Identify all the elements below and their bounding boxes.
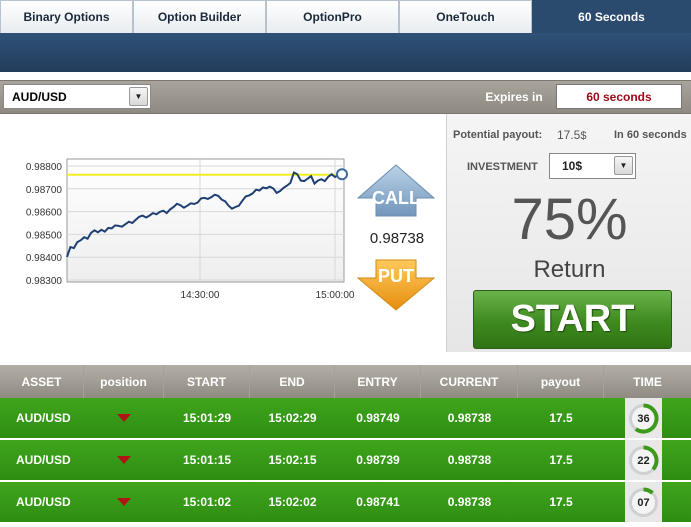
call-button[interactable]: CALL [356,164,436,217]
plot-area [66,158,345,283]
expires-label: Expires in [485,89,543,104]
cell-payout: 17.5 [549,495,573,509]
trade-panel: Potential payout: 17.5$ In 60 seconds IN… [446,114,691,352]
tab-option-builder[interactable]: Option Builder [133,0,266,33]
y-tick-label: 0.98800 [26,162,63,173]
column-entry: ENTRY [335,365,421,398]
timer-cell: 36 [625,398,662,438]
x-tick-label: 15:00:00 [316,290,355,301]
expires-value: 60 seconds [556,84,682,109]
column-asset: ASSET [0,365,84,398]
cell-current: 0.98738 [447,453,492,467]
chevron-down-icon[interactable]: ▼ [614,156,633,175]
investment-label: INVESTMENT [467,161,538,173]
countdown-seconds: 22 [637,454,650,467]
cell-end: 15:02:15 [268,453,317,467]
current-price-marker [336,168,348,181]
current-price: 0.98738 [369,230,425,247]
payout-amount: 17.5 [557,128,581,142]
y-tick-label: 0.98300 [26,276,63,287]
x-tick-label: 14:30:00 [181,290,220,301]
tab-optionpro[interactable]: OptionPro [266,0,399,33]
y-tick-label: 0.98500 [26,230,63,241]
y-tick-label: 0.98400 [26,253,63,264]
put-direction-icon [117,414,131,422]
investment-select[interactable]: 10$ ▼ [549,153,636,179]
cell-start: 15:01:02 [182,495,232,509]
return-label: Return [533,256,606,283]
tab-binary-options[interactable]: Binary Options [0,0,133,33]
cell-current: 0.98738 [447,411,492,425]
cell-entry: 0.98739 [356,453,400,467]
cell-asset: AUD/USD [16,411,71,425]
payout-value: 17.5$ [557,128,586,142]
asset-select[interactable]: AUD/USD ▼ [3,84,151,109]
cell-start: 15:01:15 [182,453,232,467]
cell-position [84,398,164,438]
cell-entry: 0.98741 [356,495,400,509]
tab-onetouch[interactable]: OneTouch [399,0,532,33]
timer-cell: 07 [625,482,662,522]
put-button[interactable]: PUT [356,259,436,311]
cell-position [84,440,164,480]
y-axis-ticks: 0.98800 0.98700 0.98600 0.98500 0.98400 0.983… [26,162,63,287]
column-position: position [84,365,164,398]
cell-entry: 0.98749 [356,411,400,425]
countdown-seconds: 07 [637,496,650,509]
column-end: END [250,365,335,398]
start-button[interactable]: START [473,290,672,349]
put-label: PUT [378,266,414,286]
return-percent: 75% [511,187,628,252]
tab-60-seconds[interactable]: 60 Seconds [532,0,691,33]
column-current: CURRENT [421,365,518,398]
table-row[interactable]: AUD/USD 15:01:29 15:02:29 0.98749 0.98738 17.… [0,398,691,438]
timer-cell: 22 [625,440,662,480]
tab-bar-strip [0,32,691,72]
payout-time: In 60 seconds [614,129,687,141]
x-axis-ticks: 14:30:00 15:00:00 [181,290,355,301]
y-tick-label: 0.98700 [26,185,63,196]
column-start: START [164,365,250,398]
cell-position [84,482,164,522]
investment-value: 10$ [562,159,583,173]
cell-current: 0.98738 [447,495,492,509]
column-time: TIME [633,374,662,389]
cell-payout: 17.5 [549,411,573,425]
cell-payout: 17.5 [549,453,573,467]
cell-start: 15:01:29 [182,411,232,425]
cell-end: 15:02:29 [268,411,317,425]
cell-asset: AUD/USD [16,495,71,509]
cell-asset: AUD/USD [16,453,71,467]
countdown-seconds: 36 [637,412,650,425]
put-direction-icon [117,498,131,506]
column-payout: payout [518,365,604,398]
cell-end: 15:02:02 [268,495,317,509]
table-row[interactable]: AUD/USD 15:01:02 15:02:02 0.98741 0.98738 17.… [0,482,691,522]
put-direction-icon [117,456,131,464]
table-row[interactable]: AUD/USD 15:01:15 15:02:15 0.98739 0.98738 17.… [0,440,691,480]
chevron-down-icon[interactable]: ▼ [129,87,148,106]
payout-currency: $ [580,130,587,142]
payout-label: Potential payout: [453,129,543,141]
asset-select-value: AUD/USD [12,89,67,104]
y-tick-label: 0.98600 [26,208,63,219]
positions-table-header: ASSET position START END ENTRY CURRENT p… [0,365,691,398]
call-label: CALL [372,188,420,208]
